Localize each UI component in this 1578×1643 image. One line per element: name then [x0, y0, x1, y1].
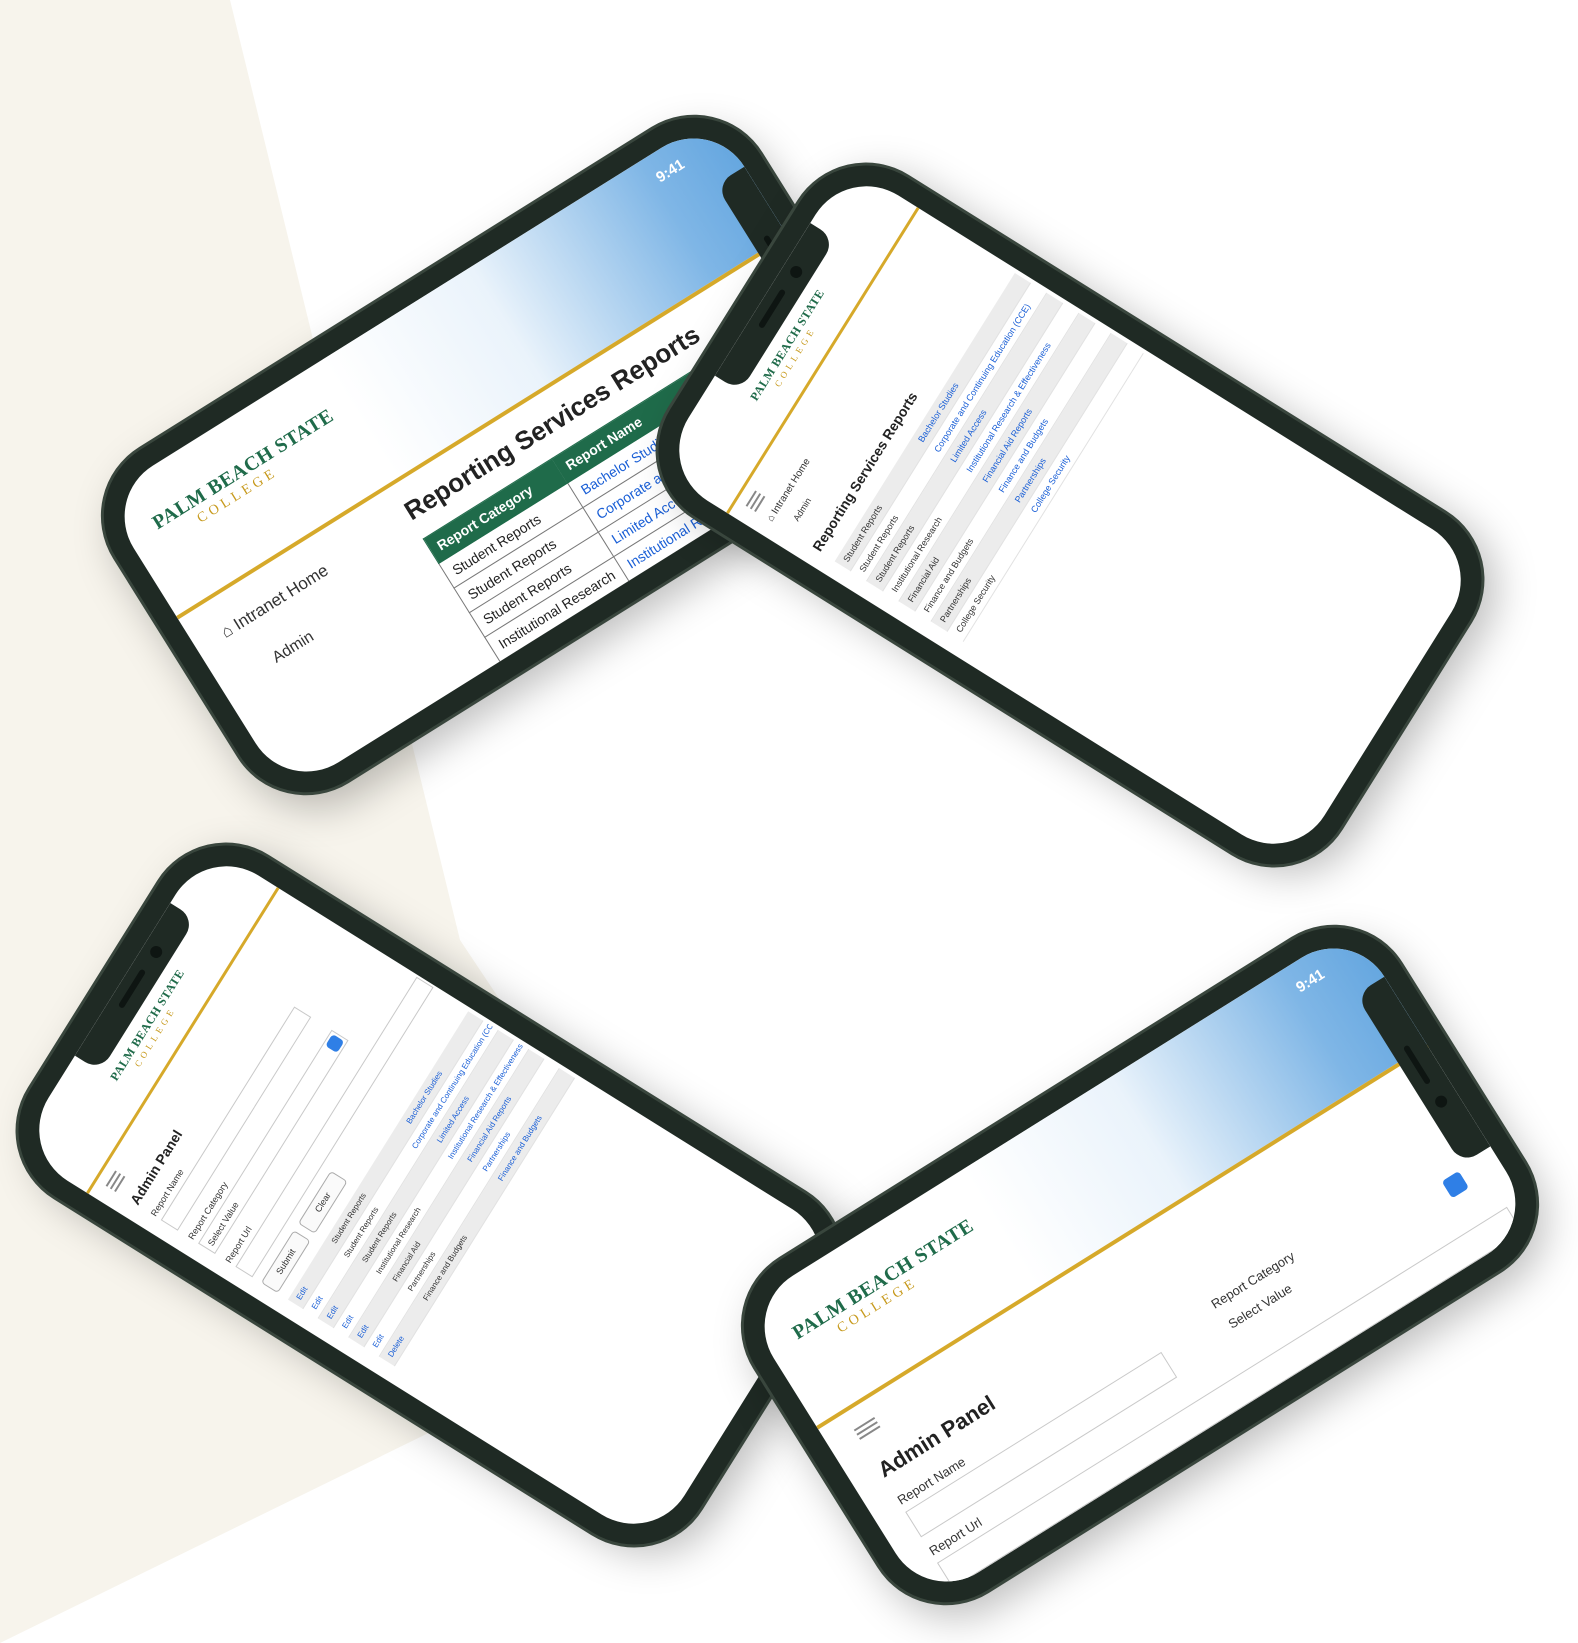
nav-intranet-home[interactable]: ⌂ Intranet Home — [765, 457, 813, 524]
nav-admin[interactable]: Admin — [791, 496, 813, 523]
nav-intranet-home[interactable]: ⌂ Intranet Home — [217, 561, 332, 643]
chevron-down-icon[interactable] — [1441, 1170, 1470, 1199]
nav-admin[interactable]: Admin — [269, 628, 317, 667]
chevron-down-icon[interactable] — [325, 1033, 345, 1054]
hamburger-menu-icon[interactable] — [103, 1169, 128, 1194]
hamburger-menu-icon[interactable] — [852, 1414, 882, 1442]
hamburger-menu-icon[interactable] — [743, 489, 768, 514]
